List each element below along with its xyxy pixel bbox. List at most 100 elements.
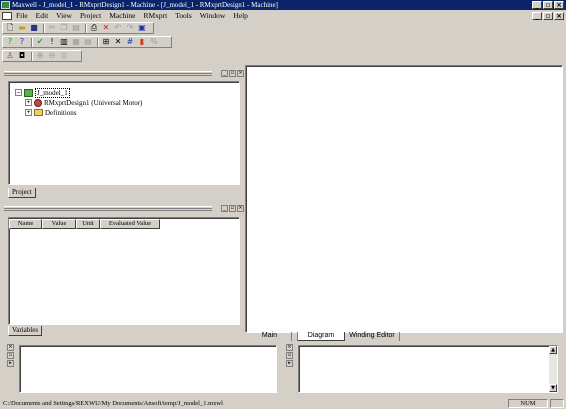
close-button[interactable]: × xyxy=(554,1,564,9)
maxwell-app-icon[interactable] xyxy=(1,1,10,9)
redo-icon[interactable]: ↷ xyxy=(125,23,135,33)
open-icon[interactable]: ▬ xyxy=(17,23,27,33)
message-panel-controls: × ▫ ▸ xyxy=(7,344,14,367)
standard-toolbar: 🗋 ▬ ■ ✂ ❐ ▤ ⎙ ✕ ↶ ↷ ▣ xyxy=(2,22,154,34)
title-bar[interactable]: Maxwell - J_model_1 - RMxprtDesign1 - Ma… xyxy=(0,0,566,10)
mdi-minimize-button[interactable]: _ xyxy=(532,11,542,20)
menu-rmxprt[interactable]: RMxprt xyxy=(143,10,167,21)
menu-file[interactable]: File xyxy=(16,10,28,21)
column-name[interactable]: Name xyxy=(9,219,42,229)
vertical-scrollbar[interactable]: ▲ ▼ xyxy=(549,346,557,392)
menu-view[interactable]: View xyxy=(56,10,72,21)
paste-icon[interactable]: ▤ xyxy=(71,23,81,33)
tree-design-row[interactable]: + RMxprtDesign1 (Universal Motor) xyxy=(25,98,142,107)
panel-close-button[interactable]: × xyxy=(237,205,244,212)
toolbar-separator xyxy=(43,23,45,33)
cut-icon[interactable]: ✂ xyxy=(47,23,57,33)
whats-this-icon[interactable]: ? xyxy=(5,37,15,47)
variables-table[interactable] xyxy=(8,217,240,325)
menu-window[interactable]: Window xyxy=(200,10,226,21)
delete-icon[interactable]: ✕ xyxy=(101,23,111,33)
tab-diagram[interactable]: Diagram xyxy=(297,332,345,341)
motor-icon[interactable]: ♙ xyxy=(5,51,15,61)
expand-icon[interactable]: + xyxy=(25,99,32,106)
panel-restore-button[interactable]: ▫ xyxy=(229,70,236,77)
progress-panel: × ▫ ▸ ▲ ▼ xyxy=(283,342,563,394)
export-icon[interactable]: # xyxy=(125,37,135,47)
tab-main[interactable]: Main xyxy=(248,332,292,341)
settings-icon[interactable]: % xyxy=(149,37,159,47)
undo-icon[interactable]: ↶ xyxy=(113,23,123,33)
save-icon[interactable]: ■ xyxy=(29,23,39,33)
menu-project[interactable]: Project xyxy=(80,10,101,21)
panel-close-button[interactable]: × xyxy=(286,344,293,351)
sweep-icon[interactable]: ▤ xyxy=(83,37,93,47)
panel-grip[interactable] xyxy=(4,206,212,211)
project-panel-header[interactable]: _ ▫ × xyxy=(4,70,244,77)
application-window: Maxwell - J_model_1 - RMxprtDesign1 - Ma… xyxy=(0,0,566,409)
menu-bar: File Edit View Project Machine RMxprt To… xyxy=(0,10,566,21)
optimize-icon[interactable]: ⊞ xyxy=(101,37,111,47)
report-icon[interactable]: ▦ xyxy=(71,37,81,47)
panel-close-button[interactable]: × xyxy=(7,344,14,351)
document-icon[interactable] xyxy=(2,11,12,20)
results-icon[interactable]: ▥ xyxy=(59,37,69,47)
rmxprt-toolbar: ? ? ✔ ! ▥ ▦ ▤ ⊞ ✕ # ▮ % xyxy=(2,36,172,48)
panel-close-button[interactable]: × xyxy=(237,70,244,77)
variables-panel-header[interactable]: _ ▫ × xyxy=(4,205,244,212)
help-icon[interactable]: ▣ xyxy=(137,23,147,33)
tab-project[interactable]: Project xyxy=(8,188,36,198)
panel-grip[interactable] xyxy=(4,71,212,76)
analyze-icon[interactable]: ! xyxy=(47,37,57,47)
zoom-in-icon[interactable]: ⊕ xyxy=(35,51,45,61)
mdi-restore-button[interactable]: ▫ xyxy=(543,11,553,20)
panel-minimize-button[interactable]: ▸ xyxy=(7,360,14,367)
column-value[interactable]: Value xyxy=(42,219,76,229)
tree-definitions-row[interactable]: + Definitions xyxy=(25,108,77,117)
context-help-icon[interactable]: ? xyxy=(17,37,27,47)
toolbar-separator xyxy=(97,37,99,47)
panel-minimize-button[interactable]: ▸ xyxy=(286,360,293,367)
progress-list[interactable] xyxy=(298,345,558,393)
scroll-down-icon[interactable]: ▼ xyxy=(549,384,557,392)
zoom-out-icon[interactable]: ⊖ xyxy=(47,51,57,61)
message-list[interactable] xyxy=(19,345,277,393)
collapse-icon[interactable]: − xyxy=(15,89,22,96)
tab-winding-editor[interactable]: Winding Editor xyxy=(345,332,400,341)
minimize-button[interactable]: _ xyxy=(532,1,542,9)
copy-icon[interactable]: ❐ xyxy=(59,23,69,33)
column-evaluated-value[interactable]: Evaluated Value xyxy=(100,219,160,229)
chart-icon[interactable]: ✕ xyxy=(113,37,123,47)
tab-variables[interactable]: Variables xyxy=(8,326,43,336)
scroll-up-icon[interactable]: ▲ xyxy=(549,346,557,354)
zoom-fit-icon[interactable]: ⊙ xyxy=(59,51,69,61)
tree-definitions-label[interactable]: Definitions xyxy=(45,109,77,117)
menu-machine[interactable]: Machine xyxy=(109,10,135,21)
panel-minimize-button[interactable]: _ xyxy=(221,70,228,77)
panel-restore-button[interactable]: ▫ xyxy=(229,205,236,212)
status-path: C:/Documents and Settings/REXWU/My Docum… xyxy=(3,399,223,407)
validate-icon[interactable]: ✔ xyxy=(35,37,45,47)
tree-design-label[interactable]: RMxprtDesign1 (Universal Motor) xyxy=(44,99,142,107)
expand-icon[interactable]: + xyxy=(25,109,32,116)
status-num-indicator: NUM xyxy=(508,398,548,408)
menu-tools[interactable]: Tools xyxy=(175,10,192,21)
panel-minimize-button[interactable]: _ xyxy=(221,205,228,212)
maximize-button[interactable]: ▫ xyxy=(543,1,553,9)
print-icon[interactable]: ⎙ xyxy=(89,23,99,33)
panel-restore-button[interactable]: ▫ xyxy=(286,352,293,359)
tree-root-label[interactable]: J_model_1 xyxy=(35,87,70,98)
setup-icon[interactable]: ◘ xyxy=(17,51,27,61)
project-tree[interactable]: − J_model_1 + RMxprtDesign1 (Universal M… xyxy=(8,81,240,185)
progress-panel-controls: × ▫ ▸ xyxy=(286,344,293,367)
menu-help[interactable]: Help xyxy=(233,10,248,21)
status-pane-blank xyxy=(550,398,564,408)
panel-restore-button[interactable]: ▫ xyxy=(7,352,14,359)
tree-root-row[interactable]: − J_model_1 xyxy=(15,87,70,98)
mdi-close-button[interactable]: × xyxy=(554,11,564,20)
bar-chart-icon[interactable]: ▮ xyxy=(137,37,147,47)
column-unit[interactable]: Unit xyxy=(76,219,100,229)
design-workspace[interactable] xyxy=(245,65,563,333)
menu-edit[interactable]: Edit xyxy=(36,10,49,21)
new-icon[interactable]: 🗋 xyxy=(5,23,15,33)
